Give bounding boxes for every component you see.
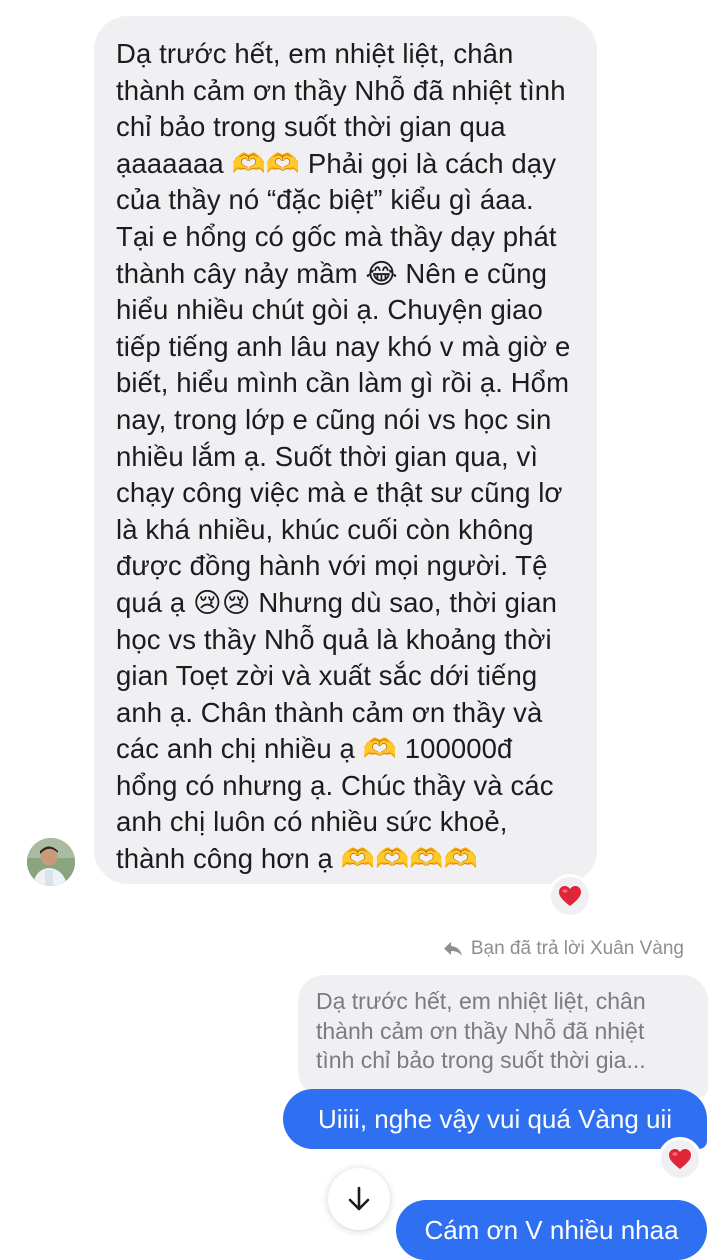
outgoing-message-reaction[interactable] [658, 1137, 702, 1181]
outgoing-message-text: Uiiii, nghe vậy vui quá Vàng uii [317, 1103, 673, 1134]
heart-icon [669, 1149, 691, 1169]
outgoing-message-bubble[interactable]: Uiiii, nghe vậy vui quá Vàng uii [283, 1089, 707, 1149]
quoted-message-preview[interactable]: Dạ trước hết, em nhiệt liệt, chân thành … [298, 975, 708, 1097]
reply-arrow-icon [443, 942, 462, 956]
outgoing-message-bubble[interactable]: Cám ơn V nhiều nhaa [396, 1200, 707, 1260]
reply-context-header: Bạn đã trả lời Xuân Vàng [443, 938, 684, 960]
scroll-to-bottom-button[interactable] [328, 1168, 390, 1230]
quoted-message-text: Dạ trước hết, em nhiệt liệt, chân thành … [316, 988, 646, 1073]
incoming-message-text: Dạ trước hết, em nhiệt liệt, chân thành … [116, 38, 571, 875]
reply-header-label: Bạn đã trả lời Xuân Vàng [470, 938, 684, 959]
outgoing-message-text: Cám ơn V nhiều nhaa [424, 1214, 679, 1245]
incoming-message-reaction[interactable] [548, 874, 592, 918]
heart-icon [559, 886, 581, 906]
incoming-message-bubble[interactable]: Dạ trước hết, em nhiệt liệt, chân thành … [94, 16, 597, 884]
sender-avatar[interactable] [27, 838, 75, 886]
arrow-down-icon [348, 1186, 370, 1211]
avatar-image [27, 838, 75, 886]
